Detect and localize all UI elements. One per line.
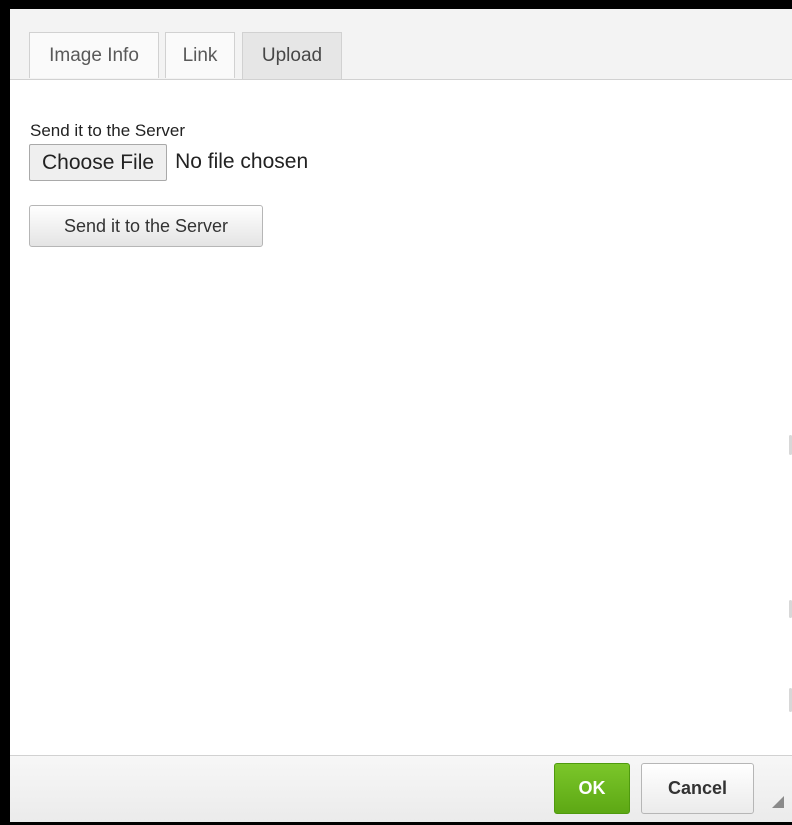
cancel-button[interactable]: Cancel xyxy=(641,763,754,814)
send-to-server-button[interactable]: Send it to the Server xyxy=(29,205,263,247)
image-properties-dialog: Image Info Link Upload Send it to the Se… xyxy=(0,0,792,825)
dialog-tab-bar: Image Info Link Upload xyxy=(10,9,792,80)
tab-link[interactable]: Link xyxy=(165,32,235,78)
file-input[interactable]: Choose File No file chosen xyxy=(29,143,308,181)
ok-button[interactable]: OK xyxy=(554,763,630,814)
choose-file-button[interactable]: Choose File xyxy=(29,143,168,181)
dialog-footer: OK Cancel xyxy=(10,755,792,822)
file-status-text: No file chosen xyxy=(175,150,309,173)
upload-section-label: Send it to the Server xyxy=(30,121,185,140)
upload-panel: Send it to the Server Choose File No fil… xyxy=(10,80,792,754)
tab-upload[interactable]: Upload xyxy=(242,32,342,79)
resize-grip-icon[interactable] xyxy=(772,796,784,808)
tab-image-info[interactable]: Image Info xyxy=(29,32,159,78)
